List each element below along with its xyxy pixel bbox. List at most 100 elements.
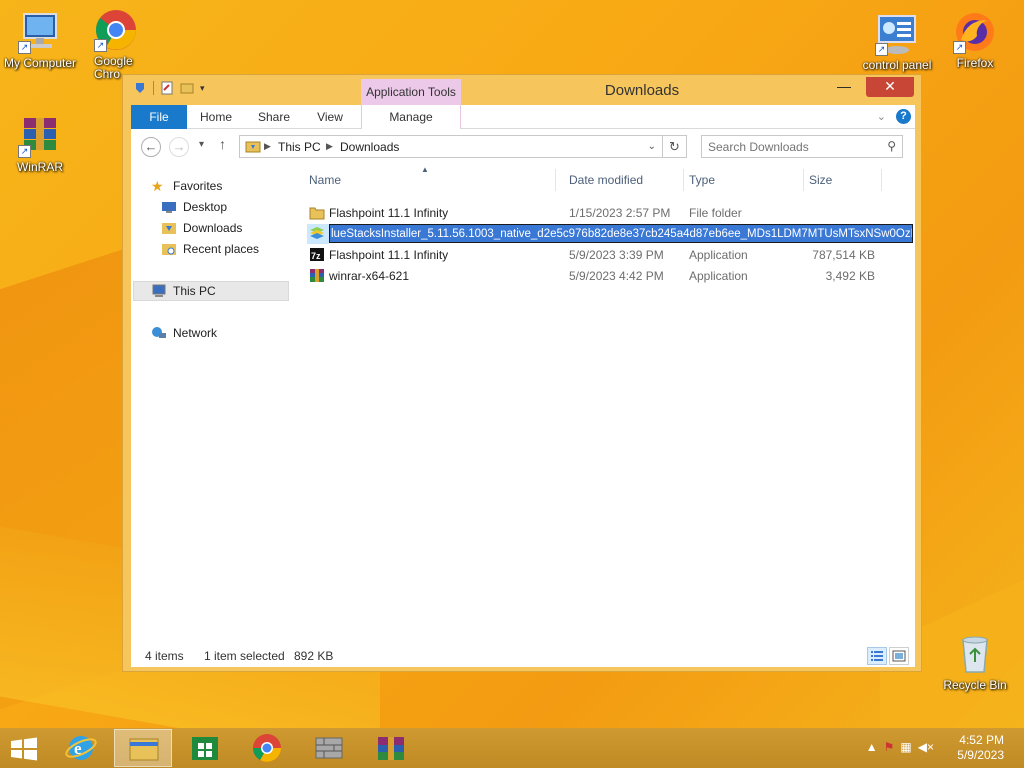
nav-label: This PC bbox=[173, 284, 216, 298]
nav-favorites[interactable]: ★ Favorites bbox=[151, 179, 222, 193]
tab-view[interactable]: View bbox=[305, 105, 355, 129]
expand-ribbon-icon[interactable]: ⌄ bbox=[877, 110, 886, 123]
computer-icon: ↗ bbox=[18, 10, 62, 54]
network-status-icon[interactable]: ▦ bbox=[900, 740, 911, 754]
desktop-icon-control-panel[interactable]: ↗ control panel bbox=[857, 12, 937, 72]
desktop-icon-my-computer[interactable]: ↗ My Computer bbox=[0, 10, 80, 70]
taskbar-archive-app[interactable] bbox=[300, 729, 358, 767]
tab-home[interactable]: Home bbox=[191, 105, 241, 129]
file-name: Flashpoint 11.1 Infinity bbox=[329, 206, 449, 220]
column-date-modified[interactable]: Date modified bbox=[569, 173, 643, 187]
search-input[interactable] bbox=[708, 137, 878, 157]
desktop-icon-label: WinRAR bbox=[16, 160, 63, 174]
taskbar-file-explorer[interactable] bbox=[114, 729, 172, 767]
recent-locations-icon[interactable]: ▾ bbox=[199, 139, 204, 150]
show-hidden-icons-icon[interactable]: ▲ bbox=[866, 740, 878, 754]
back-button[interactable]: ← bbox=[141, 137, 161, 157]
file-row-selected[interactable] bbox=[307, 224, 913, 244]
file-list: ▲ Name Date modified Type Size Flashpoin… bbox=[301, 165, 915, 645]
large-icons-view-button[interactable] bbox=[889, 647, 909, 665]
svg-text:7z: 7z bbox=[311, 251, 321, 261]
file-date: 5/9/2023 4:42 PM bbox=[569, 269, 664, 283]
folder-icon bbox=[309, 205, 325, 220]
refresh-button[interactable]: ↻ bbox=[663, 135, 687, 158]
breadcrumb-this-pc[interactable]: This PC bbox=[278, 140, 321, 154]
column-separator[interactable] bbox=[803, 169, 804, 191]
help-icon[interactable]: ? bbox=[896, 109, 911, 124]
start-button[interactable] bbox=[10, 737, 38, 761]
navigation-pane: ★ Favorites Desktop Downloads Recent pla… bbox=[131, 165, 296, 645]
chrome-icon: ↗ bbox=[94, 8, 138, 52]
rename-box[interactable] bbox=[329, 224, 913, 243]
column-separator[interactable] bbox=[555, 169, 556, 191]
column-name[interactable]: Name bbox=[309, 173, 341, 187]
column-separator[interactable] bbox=[683, 169, 684, 191]
breadcrumb-downloads[interactable]: Downloads bbox=[340, 140, 399, 154]
details-view-button[interactable] bbox=[867, 647, 887, 665]
search-icon[interactable]: ⚲ bbox=[887, 139, 896, 153]
recycle-bin-icon bbox=[953, 632, 997, 676]
nav-desktop[interactable]: Desktop bbox=[161, 200, 227, 214]
clock[interactable]: 4:52 PM 5/9/2023 bbox=[957, 733, 1004, 763]
up-button[interactable]: ↑ bbox=[219, 136, 226, 152]
action-center-icon[interactable]: ⚑ bbox=[884, 740, 895, 754]
nav-label: Downloads bbox=[183, 221, 243, 235]
file-size: 787,514 KB bbox=[812, 248, 875, 262]
sort-ascending-icon: ▲ bbox=[421, 165, 429, 174]
7zip-icon: 7z bbox=[309, 247, 325, 262]
taskbar-chrome[interactable] bbox=[238, 729, 296, 767]
window-title: Downloads bbox=[604, 82, 680, 99]
address-bar[interactable]: ▶ This PC ▶ Downloads ⌄ bbox=[239, 135, 663, 158]
title-bar[interactable]: ▾ Application Tools Downloads — ☐ ✕ bbox=[123, 75, 921, 105]
status-item-count: 4 items bbox=[145, 649, 184, 663]
control-panel-icon: ↗ bbox=[875, 12, 919, 56]
tab-share[interactable]: Share bbox=[249, 105, 299, 129]
forward-button[interactable]: → bbox=[169, 137, 189, 157]
winrar-icon bbox=[309, 268, 325, 283]
file-row[interactable]: 7z Flashpoint 11.1 Infinity 5/9/2023 3:3… bbox=[307, 245, 913, 265]
file-size: 3,492 KB bbox=[825, 269, 875, 283]
status-bar: 4 items 1 item selected 892 KB bbox=[131, 645, 915, 667]
column-size[interactable]: Size bbox=[809, 173, 832, 187]
nav-network[interactable]: Network bbox=[151, 326, 217, 340]
status-selected-size: 892 KB bbox=[294, 649, 334, 663]
file-type: Application bbox=[689, 248, 748, 262]
column-type[interactable]: Type bbox=[689, 173, 715, 187]
search-box[interactable]: ⚲ bbox=[701, 135, 903, 158]
this-pc-icon bbox=[151, 284, 167, 298]
winrar-icon: ↗ bbox=[18, 114, 62, 158]
nav-this-pc[interactable]: This PC bbox=[151, 284, 216, 298]
desktop-icon-winrar[interactable]: ↗ WinRAR bbox=[0, 114, 80, 174]
desktop-icon-recycle-bin[interactable]: Recycle Bin bbox=[935, 632, 1015, 692]
tab-manage[interactable]: Manage bbox=[361, 105, 461, 129]
nav-label: Recent places bbox=[183, 242, 260, 256]
taskbar: e ▲ ⚑ ▦ ◀× 4:52 PM 5/9/2023 bbox=[0, 728, 1024, 768]
nav-label: Network bbox=[173, 326, 218, 340]
firefox-icon: ↗ bbox=[953, 10, 997, 54]
file-row[interactable]: winrar-x64-621 5/9/2023 4:42 PM Applicat… bbox=[307, 266, 913, 286]
volume-icon[interactable]: ◀× bbox=[918, 740, 934, 754]
star-icon: ★ bbox=[151, 178, 164, 194]
tab-file[interactable]: File bbox=[131, 105, 187, 129]
explorer-window: ▾ Application Tools Downloads — ☐ ✕ File… bbox=[122, 74, 922, 672]
file-date: 5/9/2023 3:39 PM bbox=[569, 248, 664, 262]
file-row[interactable]: Flashpoint 11.1 Infinity 1/15/2023 2:57 … bbox=[307, 203, 913, 223]
address-dropdown-icon[interactable]: ⌄ bbox=[648, 141, 656, 152]
nav-downloads[interactable]: Downloads bbox=[161, 221, 242, 235]
column-separator[interactable] bbox=[881, 169, 882, 191]
desktop-icon-label: Recycle Bin bbox=[943, 678, 1007, 692]
close-button[interactable]: ✕ bbox=[866, 77, 914, 97]
taskbar-store[interactable] bbox=[176, 729, 234, 767]
desktop-icon-firefox[interactable]: ↗ Firefox bbox=[935, 10, 1015, 70]
nav-recent-places[interactable]: Recent places bbox=[161, 242, 259, 256]
desktop-icon-label: Firefox bbox=[956, 56, 994, 70]
nav-label: Favorites bbox=[173, 179, 223, 193]
recent-places-icon bbox=[161, 242, 177, 256]
taskbar-internet-explorer[interactable]: e bbox=[52, 729, 110, 767]
bluestacks-icon bbox=[309, 226, 325, 241]
rename-input[interactable] bbox=[330, 225, 912, 242]
file-type: File folder bbox=[689, 206, 742, 220]
desktop-icon-google-chrome[interactable]: ↗ Google Chro bbox=[76, 8, 156, 81]
system-tray: ▲ ⚑ ▦ ◀× bbox=[866, 740, 934, 754]
taskbar-winrar[interactable] bbox=[362, 729, 420, 767]
